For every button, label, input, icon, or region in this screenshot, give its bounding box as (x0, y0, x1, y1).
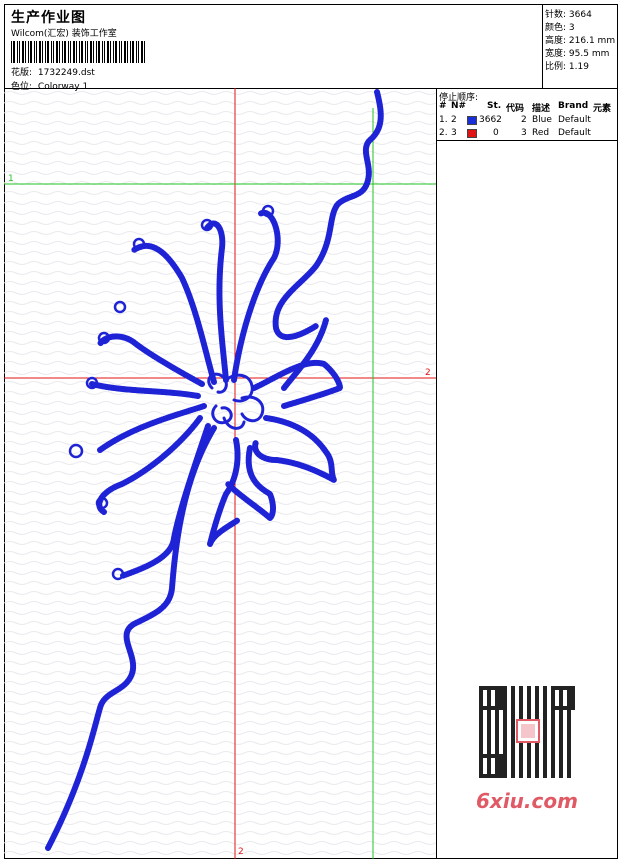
stat-height: 高度: 216.1 mm (545, 36, 616, 46)
design-file: 1732249.dst (37, 68, 95, 78)
page-title: 生产作业图 (11, 10, 86, 26)
barcode-icon (11, 41, 145, 63)
color-swatch-blue (467, 116, 477, 125)
design-label: 花版: (11, 68, 33, 78)
watermark-site: 6xiu.com (476, 789, 578, 813)
stat-colors: 颜色: 3 (545, 23, 575, 33)
stat-scale: 比例: 1.19 (545, 62, 589, 72)
qr-code-icon (479, 686, 575, 778)
table-row: 1. 2 3662 2 Blue Default (439, 115, 591, 125)
color-swatch-red (467, 129, 477, 138)
stat-width: 宽度: 95.5 mm (545, 49, 610, 59)
header-info: 生产作业图 Wilcom(汇宏) 装饰工作室 花版: 1732249.dst 色… (4, 4, 543, 92)
stop-table-header: # N# St. 代码 描述 Brand 元素 (439, 101, 612, 114)
design-canvas: 1 2 2 (4, 88, 437, 859)
company-name: Wilcom(汇宏) 装饰工作室 (11, 29, 117, 39)
red-guide-v-label: 2 (238, 847, 244, 857)
green-guide-label: 1 (8, 174, 14, 184)
table-row: 2. 3 0 3 Red Default (439, 128, 591, 138)
design-file-row: 花版: 1732249.dst (11, 65, 95, 78)
embroidery-preview (4, 88, 436, 859)
stat-stitches: 针数: 3664 (545, 10, 592, 20)
red-guide-h-label: 2 (425, 368, 431, 378)
table-divider (437, 140, 618, 141)
